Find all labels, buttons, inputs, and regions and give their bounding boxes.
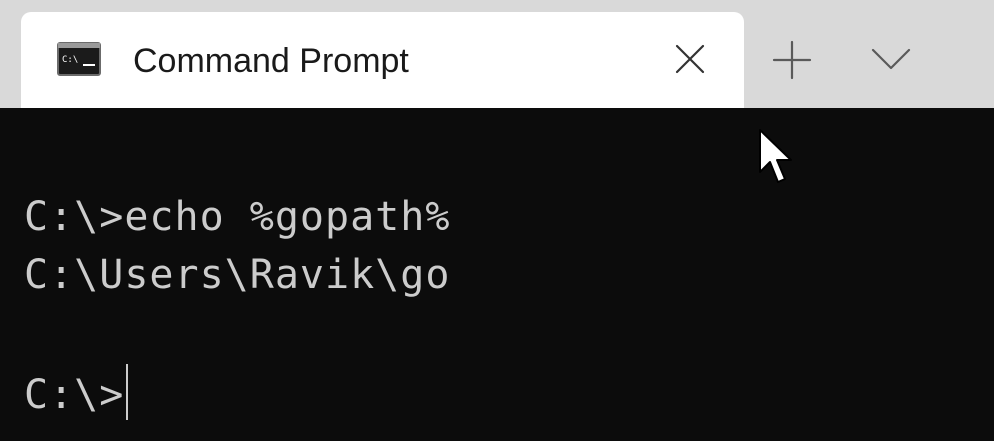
- terminal-line: C:\>echo %gopath%: [24, 194, 451, 240]
- terminal-prompt: C:\>: [24, 372, 125, 418]
- plus-icon: [772, 40, 812, 80]
- tab-command-prompt[interactable]: C:\ Command Prompt: [21, 12, 744, 108]
- text-caret: [126, 364, 129, 420]
- terminal-prompt-line: C:\>: [24, 364, 129, 420]
- tab-dropdown-button[interactable]: [868, 40, 914, 80]
- close-icon[interactable]: [670, 39, 710, 79]
- chevron-down-icon: [871, 48, 911, 70]
- terminal-output[interactable]: C:\>echo %gopath% C:\Users\Ravik\go C:\>: [0, 108, 994, 441]
- cmd-icon: C:\: [57, 42, 101, 76]
- terminal-line: C:\Users\Ravik\go: [24, 252, 451, 298]
- terminal-window: C:\ Command Prompt C:\>echo %gopath% C:\…: [0, 0, 994, 441]
- svg-text:C:\: C:\: [62, 55, 78, 65]
- tab-bar: C:\ Command Prompt: [0, 0, 994, 108]
- tab-title: Command Prompt: [133, 42, 409, 80]
- new-tab-button[interactable]: [770, 38, 814, 82]
